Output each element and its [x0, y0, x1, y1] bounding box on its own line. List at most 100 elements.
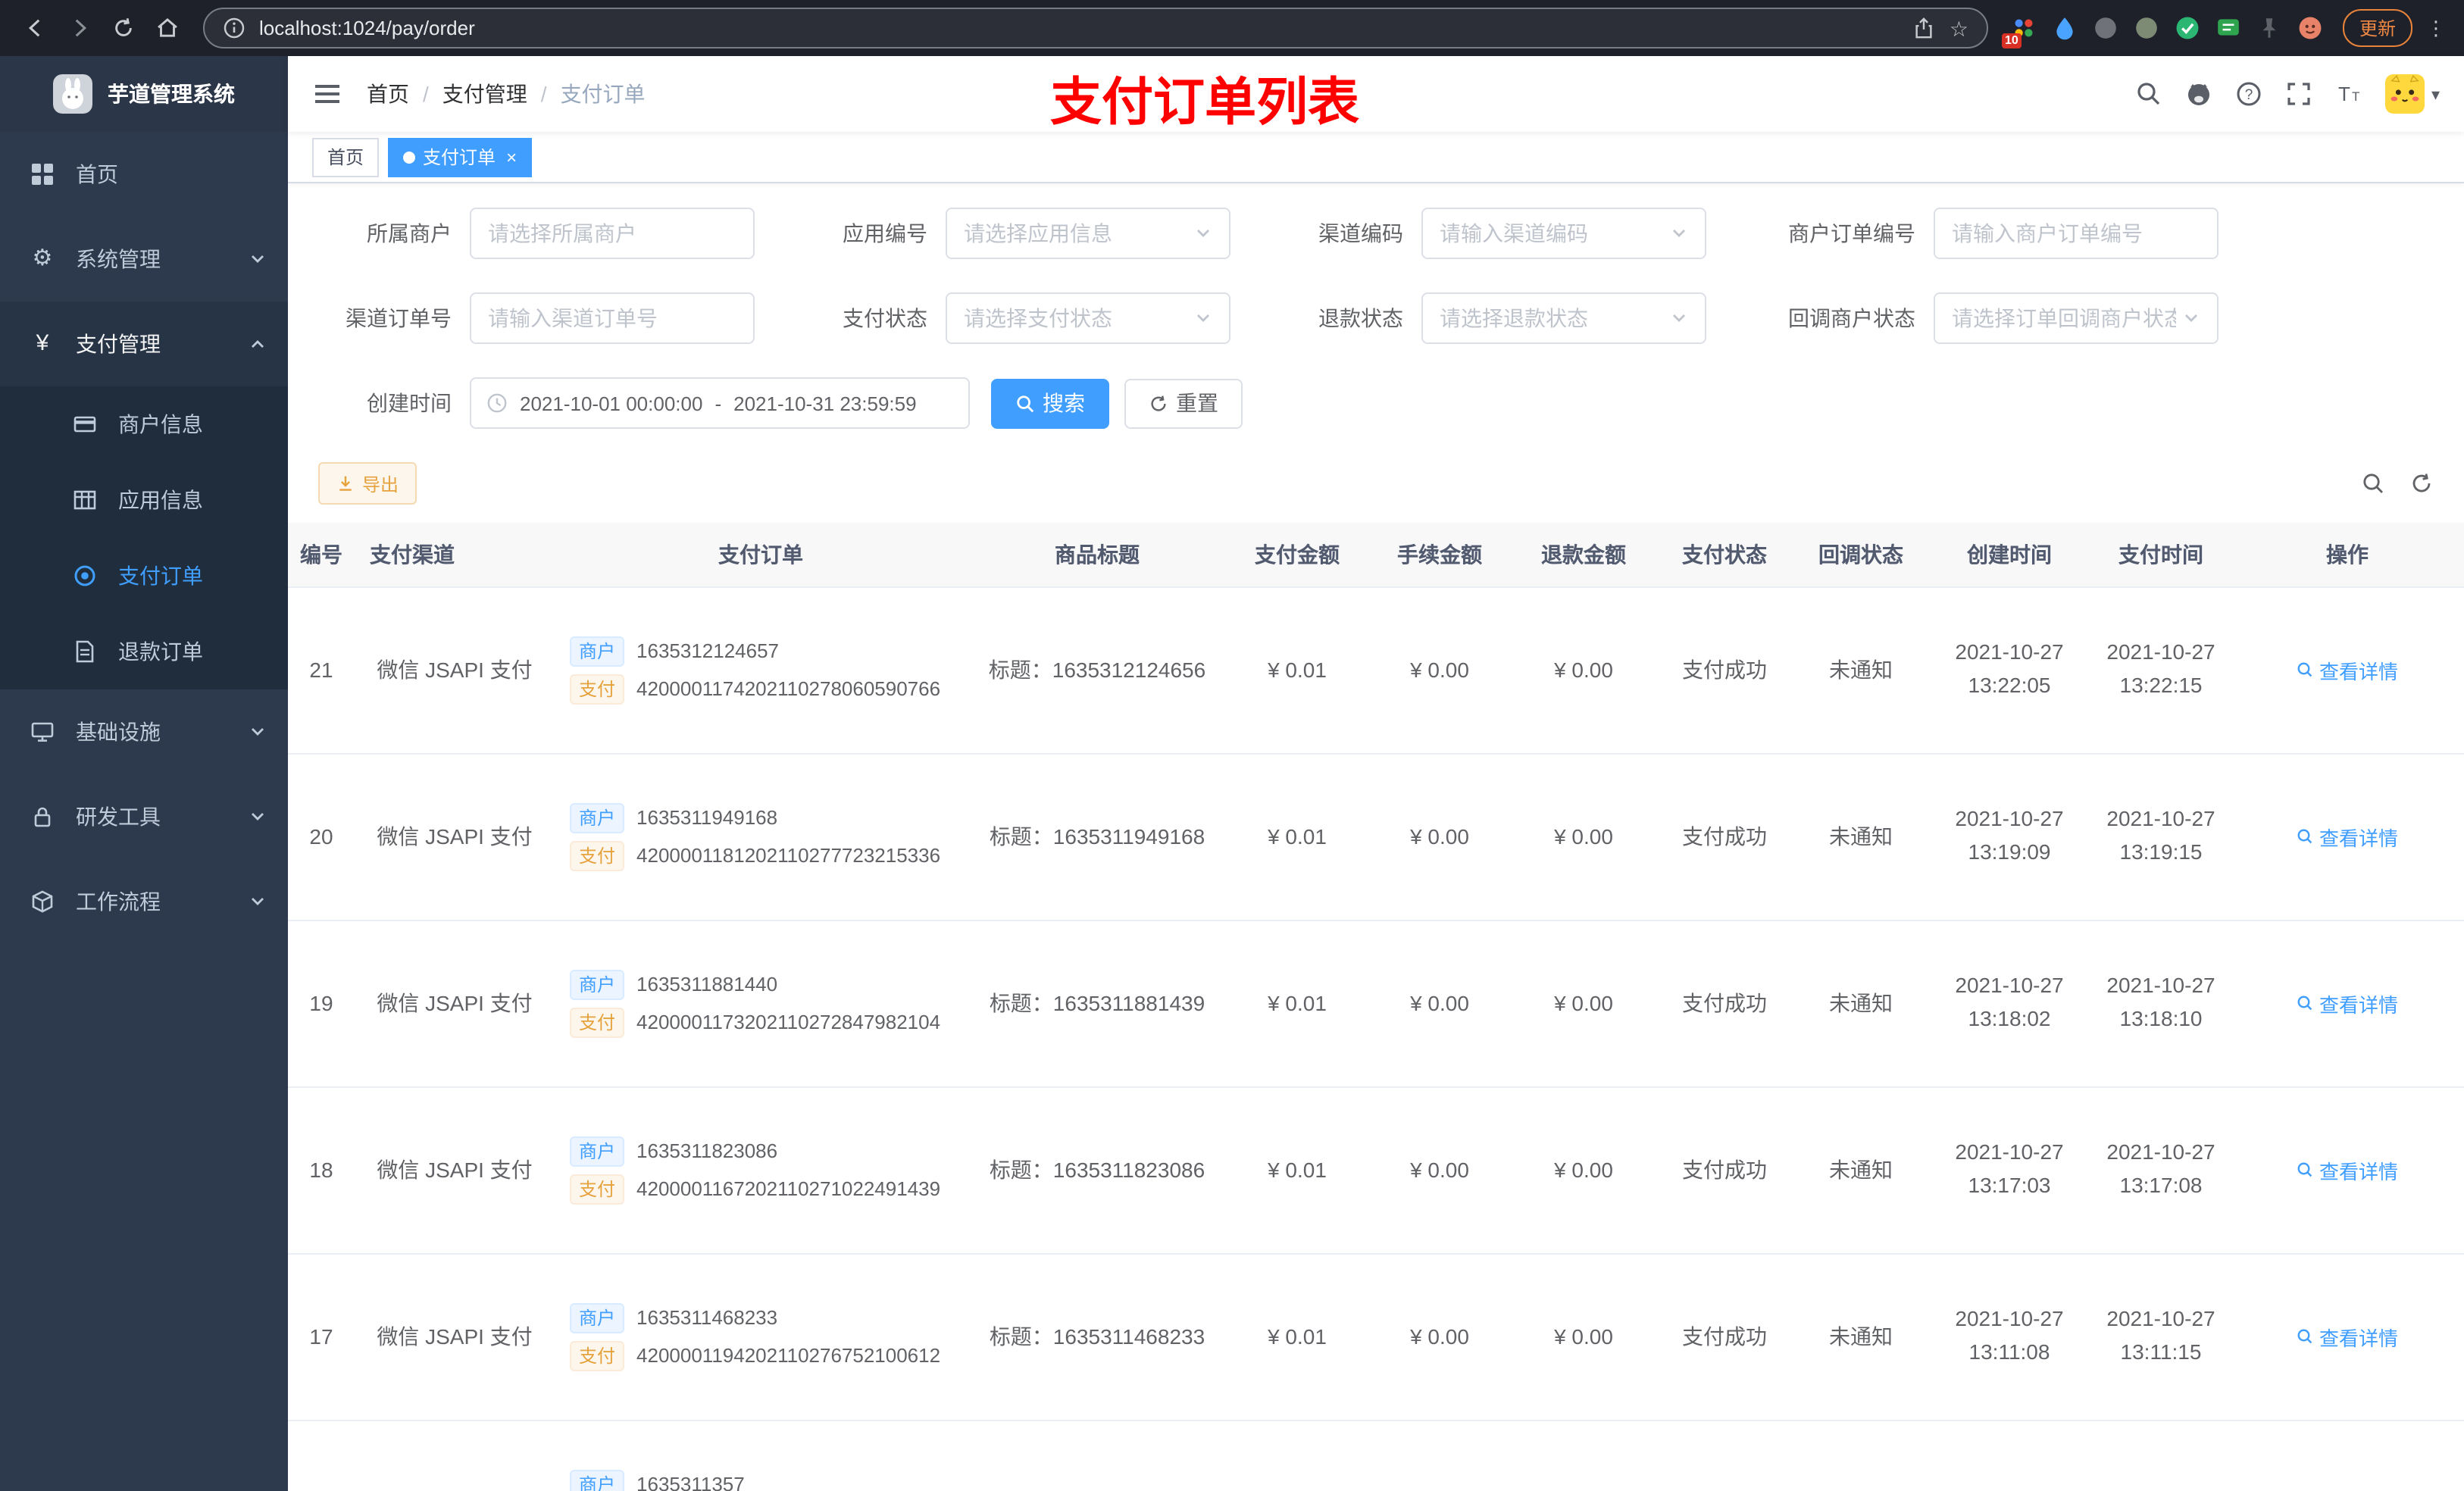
avatar-caret-icon: ▾ — [2431, 86, 2440, 104]
browser-menu-icon[interactable]: ⋮ — [2426, 16, 2446, 40]
merchant-tag: 商户 — [570, 969, 625, 999]
column-header[interactable]: 支付渠道 — [355, 523, 555, 587]
merchant-select[interactable] — [470, 208, 755, 259]
sidebar-item-merchant-info[interactable]: 商户信息 — [0, 386, 288, 462]
view-detail-link[interactable]: 查看详情 — [2297, 655, 2398, 684]
refresh-table-icon[interactable] — [2409, 471, 2434, 495]
channel-code-select[interactable]: 请输入渠道编码 — [1421, 208, 1706, 259]
site-info-icon[interactable] — [223, 17, 245, 39]
view-detail-link[interactable]: 查看详情 — [2297, 822, 2398, 851]
monitor-icon — [31, 722, 54, 742]
chevron-down-icon — [252, 813, 264, 821]
refund-status-select[interactable]: 请选择退款状态 — [1421, 292, 1706, 344]
view-detail-link[interactable]: 查看详情 — [2297, 1155, 2398, 1184]
app-id-select[interactable]: 请选择应用信息 — [946, 208, 1230, 259]
tag-home[interactable]: 首页 — [312, 137, 380, 177]
magnifier-icon — [2298, 1162, 2313, 1177]
create-time-range-picker[interactable]: 2021-10-01 00:00:00 - 2021-10-31 23:59:5… — [470, 377, 970, 429]
breadcrumb-home[interactable]: 首页 — [367, 79, 409, 109]
breadcrumb-payment[interactable]: 支付管理 — [442, 79, 527, 109]
merchant-input[interactable] — [488, 221, 736, 245]
column-header[interactable]: 创建时间 — [1928, 523, 2091, 587]
table-row[interactable]: 18 微信 JSAPI 支付 商户 1635311823086 支付 42000… — [288, 1086, 2464, 1254]
sidebar-logo[interactable]: 芋道管理系统 — [0, 56, 288, 132]
extension-gray-circle-icon[interactable] — [2091, 14, 2120, 42]
table-row[interactable]: 17 微信 JSAPI 支付 商户 1635311468233 支付 42000… — [288, 1253, 2464, 1421]
cell-created-time: 2021-10-27 13:17:03 — [1928, 1086, 2091, 1254]
tag-pay-order[interactable]: 支付订单 × — [388, 137, 533, 177]
reload-icon[interactable] — [103, 8, 144, 48]
column-header[interactable]: 支付订单 — [555, 523, 967, 587]
search-button[interactable]: 搜索 — [991, 378, 1109, 428]
cube-icon — [32, 890, 53, 913]
sidebar-item-pay-order[interactable]: 支付订单 — [0, 538, 288, 614]
cell-channel: 微信 JSAPI 支付 — [355, 753, 555, 921]
sidebar-item-system[interactable]: ⚙ 系统管理 — [0, 217, 288, 302]
question-icon[interactable]: ? — [2236, 80, 2263, 108]
view-detail-link[interactable]: 查看详情 — [2297, 989, 2398, 1017]
page-annotation: 支付订单列表 — [1050, 74, 1359, 132]
notify-status-select[interactable]: 请选择订单回调商户状态 — [1934, 292, 2219, 344]
extension-colordots-icon[interactable]: 10 — [2001, 14, 2038, 48]
sidebar-item-payment[interactable]: ¥ 支付管理 — [0, 302, 288, 386]
url-text[interactable]: localhost:1024/pay/order — [259, 17, 1900, 39]
table-row[interactable]: 19 微信 JSAPI 支付 商户 1635311881440 支付 42000… — [288, 920, 2464, 1087]
browser-update-button[interactable]: 更新 — [2342, 9, 2412, 47]
column-header[interactable]: 支付金额 — [1227, 523, 1367, 587]
address-bar[interactable]: localhost:1024/pay/order ☆ — [203, 8, 1988, 48]
table-row[interactable]: 21 微信 JSAPI 支付 商户 1635312124657 支付 42000… — [288, 586, 2464, 754]
merchant-order-no-input[interactable] — [1952, 221, 2200, 245]
column-header[interactable]: 回调状态 — [1794, 523, 1928, 587]
font-size-icon[interactable]: T T — [2336, 80, 2363, 108]
cell-action: 查看详情 — [2231, 1086, 2464, 1254]
column-header[interactable]: 支付时间 — [2091, 523, 2231, 587]
date-end[interactable]: 2021-10-31 23:59:59 — [733, 392, 916, 414]
export-button[interactable]: 导出 — [318, 462, 417, 505]
extension-chat-icon[interactable] — [2214, 14, 2243, 42]
view-detail-link[interactable]: 查看详情 — [2297, 1322, 2398, 1351]
sidebar-item-home[interactable]: 首页 — [0, 132, 288, 217]
column-header[interactable]: 商品标题 — [967, 523, 1227, 587]
extension-avatar-icon[interactable] — [2296, 14, 2325, 42]
sidebar-item-refund-order[interactable]: 退款订单 — [0, 614, 288, 689]
column-header[interactable]: 支付状态 — [1655, 523, 1794, 587]
column-header[interactable]: 退款金额 — [1512, 523, 1655, 587]
forward-icon[interactable] — [59, 8, 100, 48]
sidebar-item-dev-tools[interactable]: 研发工具 — [0, 774, 288, 859]
sidebar-item-infrastructure[interactable]: 基础设施 — [0, 689, 288, 774]
bookmark-star-icon[interactable]: ☆ — [1950, 17, 1968, 39]
extension-drop-icon[interactable] — [2050, 14, 2079, 42]
search-toggle-icon[interactable] — [2361, 471, 2385, 495]
extension-pin-icon[interactable] — [2255, 14, 2284, 42]
user-avatar[interactable]: ▾ — [2385, 74, 2440, 114]
extension-check-icon[interactable] — [2173, 14, 2202, 42]
channel-order-no-field[interactable] — [470, 292, 755, 344]
fullscreen-icon[interactable] — [2286, 80, 2313, 108]
app-title: 芋道管理系统 — [108, 82, 235, 106]
merchant-order-no-field[interactable] — [1934, 208, 2219, 259]
cell-paid-time: 2021-10-27 13:19:15 — [2091, 753, 2231, 921]
share-icon[interactable] — [1913, 17, 1936, 39]
extension-olive-circle-icon[interactable] — [2132, 14, 2161, 42]
column-header[interactable]: 操作 — [2231, 523, 2464, 587]
cell-refund: ¥ 0.00 — [1512, 586, 1655, 754]
pay-status-select[interactable]: 请选择支付状态 — [946, 292, 1230, 344]
cell-amount: ¥ 0.01 — [1227, 1253, 1367, 1421]
github-icon[interactable] — [2186, 80, 2213, 108]
channel-order-no-input[interactable] — [488, 306, 736, 330]
sidebar-item-app-info[interactable]: 应用信息 — [0, 462, 288, 538]
date-start[interactable]: 2021-10-01 00:00:00 — [520, 392, 702, 414]
column-header[interactable]: 编号 — [288, 523, 355, 587]
document-icon — [76, 640, 94, 663]
sidebar-item-workflow[interactable]: 工作流程 — [0, 859, 288, 944]
table-row[interactable]: 20 微信 JSAPI 支付 商户 1635311949168 支付 42000… — [288, 753, 2464, 921]
home-icon[interactable] — [147, 8, 188, 48]
cell-id: 16 — [288, 1420, 355, 1491]
column-header[interactable]: 手续金额 — [1367, 523, 1512, 587]
reset-button[interactable]: 重置 — [1124, 378, 1243, 428]
table-row[interactable]: 16 微信 JSAPI 支付 商户 1635311357 支付 — [288, 1420, 2464, 1491]
search-icon[interactable] — [2136, 80, 2163, 108]
tag-close-icon[interactable]: × — [506, 148, 517, 166]
hamburger-icon[interactable] — [312, 79, 342, 109]
back-icon[interactable] — [15, 8, 56, 48]
